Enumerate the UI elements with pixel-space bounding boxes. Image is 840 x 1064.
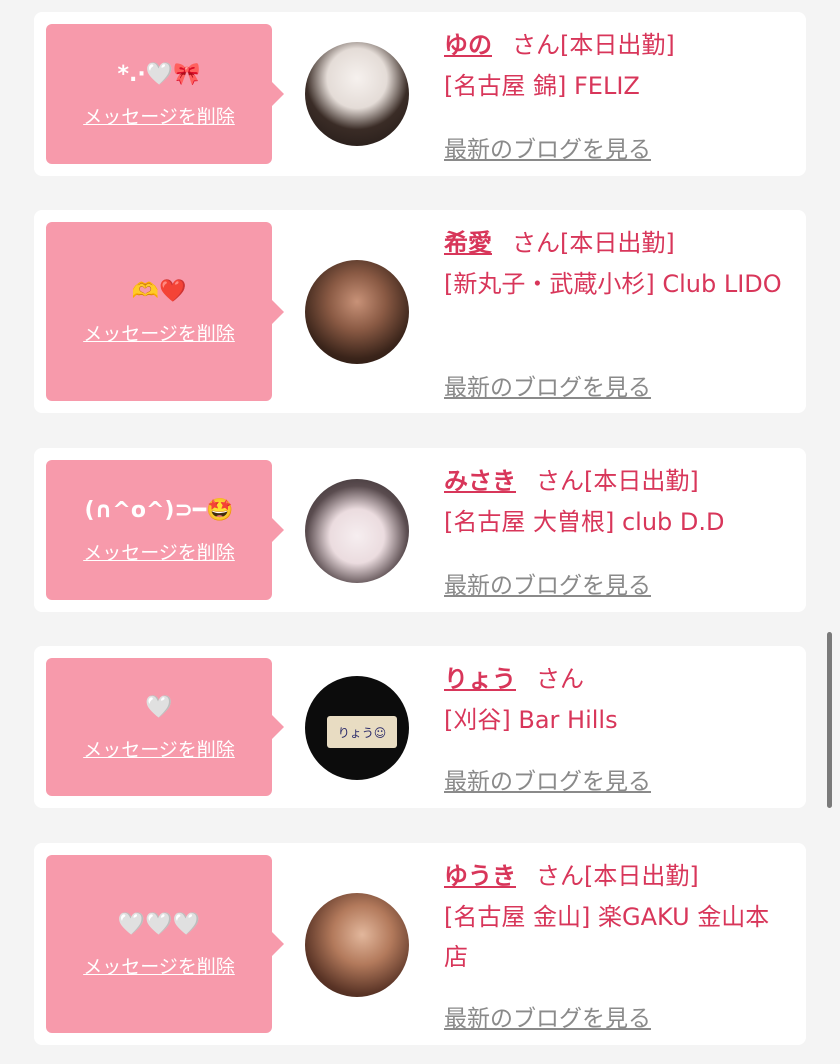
cast-info: みさき さん[本日出勤] [名古屋 大曽根] club D.D [444, 464, 782, 542]
avatar[interactable] [305, 42, 409, 146]
message-text: 🤍 [145, 694, 173, 720]
delete-message-link[interactable]: メッセージを削除 [83, 735, 235, 762]
cast-name-link[interactable]: みさき [444, 467, 516, 495]
name-suffix: さん [536, 467, 584, 495]
latest-blog-link[interactable]: 最新のブログを見る [444, 566, 651, 600]
shop-name: [名古屋 金山] 楽GAKU 金山本店 [444, 903, 770, 971]
name-suffix: さん [512, 31, 560, 59]
avatar-note: りょう☺ [327, 716, 397, 748]
message-card: (∩^o^)⊃━🤩 メッセージを削除 みさき さん[本日出勤] [名古屋 大曽根]… [34, 448, 806, 612]
avatar[interactable] [305, 893, 409, 997]
cast-info: ゆうき さん[本日出勤] [名古屋 金山] 楽GAKU 金山本店 [444, 859, 782, 977]
latest-blog-link[interactable]: 最新のブログを見る [444, 130, 651, 164]
cast-name-link[interactable]: ゆの [444, 31, 492, 59]
message-bubble: *.·🤍🎀 メッセージを削除 [46, 24, 284, 164]
shop-name: [名古屋 大曽根] club D.D [444, 508, 725, 536]
message-card: 🤍🤍🤍 メッセージを削除 ゆうき さん[本日出勤] [名古屋 金山] 楽GAKU … [34, 843, 806, 1045]
cast-name-link[interactable]: 希愛 [444, 229, 492, 257]
avatar-note-text: りょう☺ [337, 725, 387, 740]
cast-name-link[interactable]: りょう [444, 665, 516, 693]
status-badge: [本日出勤] [584, 467, 699, 495]
message-text: 🤍🤍🤍 [117, 911, 201, 937]
cast-info: ゆの さん[本日出勤] [名古屋 錦] FELIZ [444, 28, 782, 106]
message-bubble: 🫶❤️ メッセージを削除 [46, 222, 284, 401]
name-suffix: さん [512, 229, 560, 257]
cast-name-link[interactable]: ゆうき [444, 862, 516, 890]
message-card: *.·🤍🎀 メッセージを削除 ゆの さん[本日出勤] [名古屋 錦] FELIZ … [34, 12, 806, 176]
shop-name: [新丸子・武蔵小杉] Club LIDO [444, 270, 782, 298]
name-suffix: さん [536, 862, 584, 890]
latest-blog-link[interactable]: 最新のブログを見る [444, 368, 651, 402]
delete-message-link[interactable]: メッセージを削除 [83, 319, 235, 346]
message-bubble: 🤍 メッセージを削除 [46, 658, 284, 796]
latest-blog-link[interactable]: 最新のブログを見る [444, 762, 651, 796]
message-text: *.·🤍🎀 [117, 61, 201, 87]
latest-blog-link[interactable]: 最新のブログを見る [444, 999, 651, 1033]
avatar[interactable]: りょう☺ [305, 676, 409, 780]
delete-message-link[interactable]: メッセージを削除 [83, 952, 235, 979]
cast-info: りょう さん [刈谷] Bar Hills [444, 662, 782, 740]
message-bubble: (∩^o^)⊃━🤩 メッセージを削除 [46, 460, 284, 600]
status-badge: [本日出勤] [584, 862, 699, 890]
delete-message-link[interactable]: メッセージを削除 [83, 538, 235, 565]
message-text: 🫶❤️ [131, 279, 187, 304]
message-card: 🤍 メッセージを削除 りょう☺ りょう さん [刈谷] Bar Hills 最新の… [34, 646, 806, 808]
avatar[interactable] [305, 260, 409, 364]
status-badge: [本日出勤] [560, 229, 675, 257]
message-text: (∩^o^)⊃━🤩 [84, 497, 234, 523]
name-suffix: さん [536, 665, 584, 693]
message-card: 🫶❤️ メッセージを削除 希愛 さん[本日出勤] [新丸子・武蔵小杉] Club … [34, 210, 806, 413]
scrollbar[interactable] [827, 632, 832, 808]
avatar[interactable] [305, 479, 409, 583]
status-badge: [本日出勤] [560, 31, 675, 59]
shop-name: [刈谷] Bar Hills [444, 706, 618, 734]
shop-name: [名古屋 錦] FELIZ [444, 72, 640, 100]
delete-message-link[interactable]: メッセージを削除 [83, 102, 235, 129]
cast-info: 希愛 さん[本日出勤] [新丸子・武蔵小杉] Club LIDO [444, 226, 782, 304]
message-bubble: 🤍🤍🤍 メッセージを削除 [46, 855, 284, 1033]
